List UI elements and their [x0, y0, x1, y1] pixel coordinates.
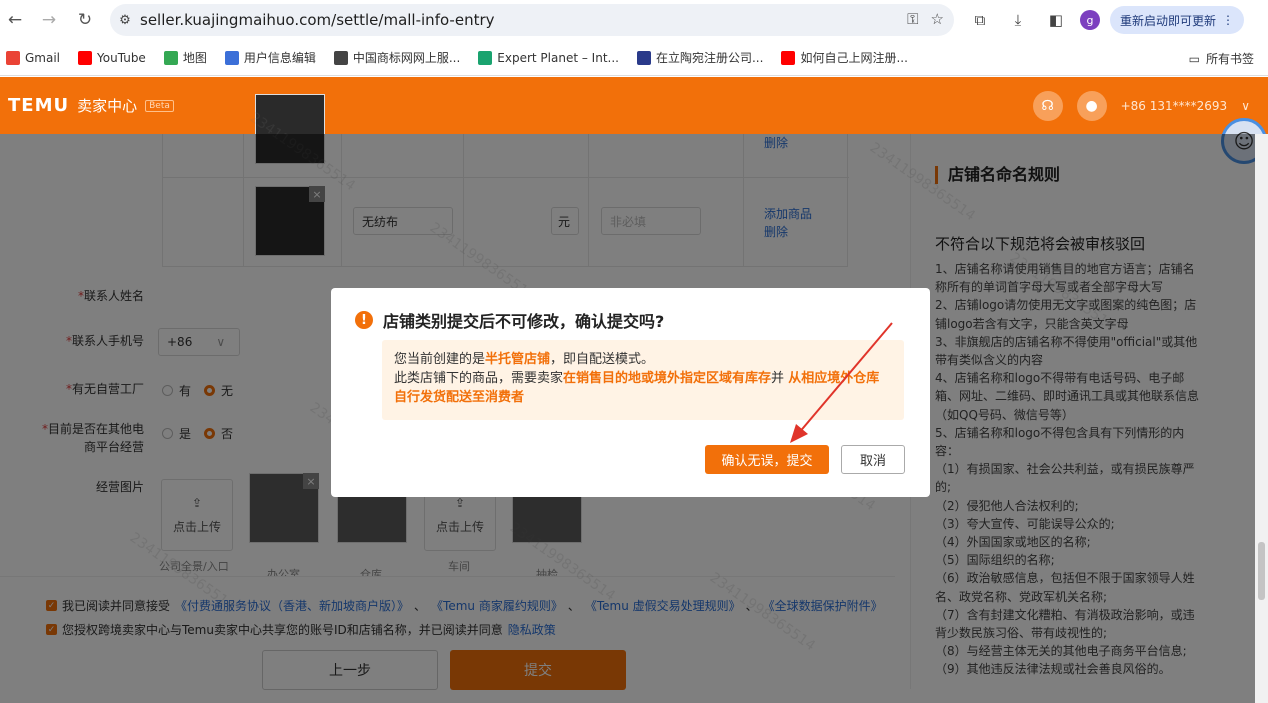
arrow-line: [797, 322, 893, 435]
annotation-arrow: [790, 322, 893, 443]
